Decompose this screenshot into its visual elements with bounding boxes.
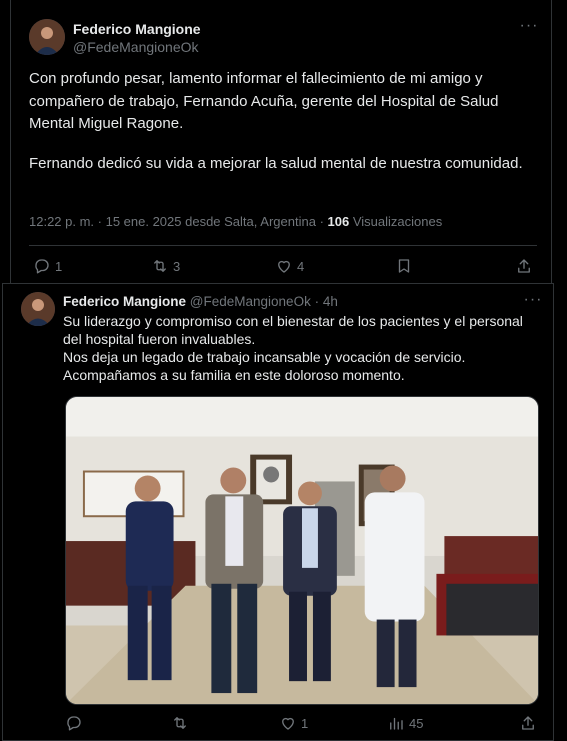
action-bar: 1 3 4 [11, 257, 551, 281]
reply-button[interactable]: 1 [33, 257, 62, 275]
separator: · [319, 214, 324, 229]
author-handle[interactable]: @FedeMangioneOk [73, 39, 199, 55]
views-count: 45 [409, 715, 424, 731]
tweet-time[interactable]: · 4h [315, 294, 338, 309]
tweet-detail: Federico Mangione @FedeMangioneOk ··· Co… [10, 0, 552, 283]
divider [29, 245, 537, 246]
share-button[interactable] [519, 714, 537, 732]
author-handle[interactable]: @FedeMangioneOk [190, 294, 311, 309]
tweet-line: Su liderazgo y compromiso con el bienest… [63, 313, 523, 347]
like-count: 4 [297, 258, 305, 274]
author-name[interactable]: Federico Mangione [73, 21, 201, 37]
repost-icon [154, 260, 166, 272]
repost-button[interactable]: 3 [151, 257, 180, 275]
reply-count: 1 [55, 258, 63, 274]
heart-icon [278, 260, 290, 273]
repost-icon [174, 717, 186, 729]
avatar[interactable] [29, 19, 65, 55]
share-icon [518, 259, 530, 273]
bookmark-button[interactable] [395, 257, 413, 275]
views-count: 106 [327, 214, 350, 229]
reply-icon [67, 716, 81, 731]
tweet-photo[interactable] [65, 396, 539, 705]
timestamp[interactable]: 12:22 p. m. · 15 ene. 2025 desde Salta, … [29, 214, 316, 229]
tweet-header: Federico Mangione @FedeMangioneOk · 4h [63, 294, 338, 309]
tweet-meta: 12:22 p. m. · 15 ene. 2025 desde Salta, … [29, 214, 442, 229]
share-button[interactable] [515, 257, 533, 275]
views-label: Visualizaciones [352, 214, 443, 229]
like-count: 1 [301, 715, 309, 731]
views-button[interactable]: 45 [387, 714, 423, 732]
repost-button[interactable] [171, 714, 193, 732]
action-bar: 1 45 [3, 714, 553, 738]
more-icon[interactable]: ··· [521, 292, 545, 312]
like-button[interactable]: 1 [279, 714, 308, 732]
tweet-text: Con profundo pesar, lamento informar el … [29, 68, 539, 175]
tweet-line: Nos deja un legado de trabajo incansable… [63, 349, 466, 365]
reply-icon [35, 259, 49, 274]
tweet-paragraph: Fernando dedicó su vida a mejorar la sal… [29, 154, 523, 172]
tweet-reply[interactable]: Federico Mangione @FedeMangioneOk · 4h ·… [2, 283, 554, 741]
more-icon[interactable]: ··· [517, 18, 541, 38]
heart-icon [282, 717, 294, 730]
views-icon [390, 717, 403, 730]
like-button[interactable]: 4 [275, 257, 304, 275]
bookmark-icon [398, 259, 410, 273]
tweet-paragraph: Con profundo pesar, lamento informar el … [29, 70, 499, 132]
share-icon [522, 716, 534, 730]
author-name[interactable]: Federico Mangione [63, 294, 186, 309]
repost-count: 3 [173, 258, 181, 274]
tweet-line: Acompañamos a su familia en este doloros… [63, 367, 405, 383]
avatar[interactable] [21, 292, 55, 326]
tweet-text: Su liderazgo y compromiso con el bienest… [63, 312, 543, 384]
reply-button[interactable] [65, 714, 87, 732]
